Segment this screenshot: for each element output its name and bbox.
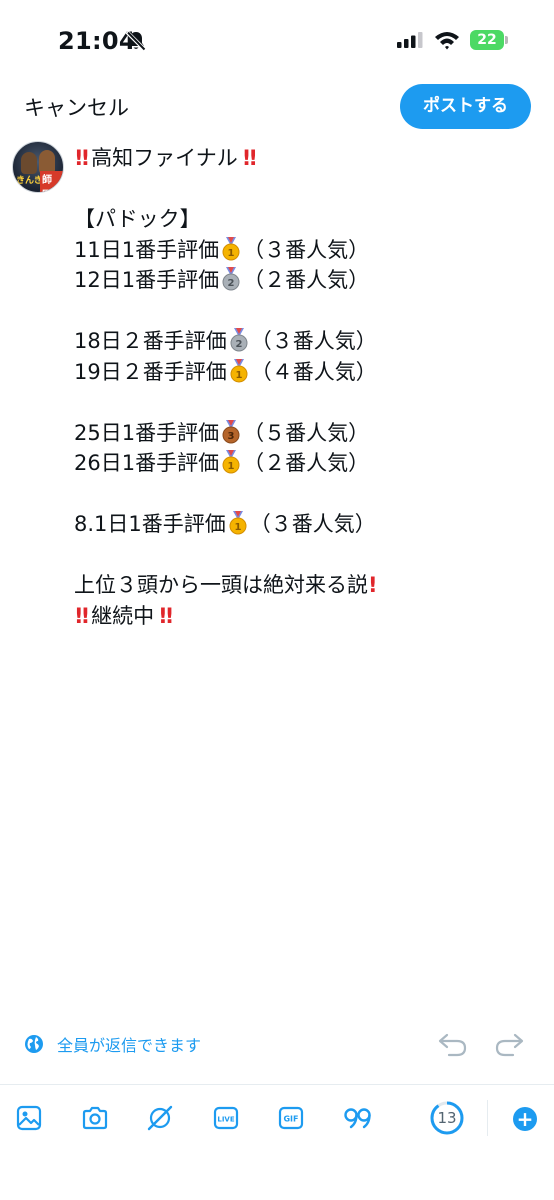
entry-note: （４番人気） [250,359,377,384]
redo-icon[interactable] [493,1030,525,1058]
avatar-text-right: 師匠 [40,171,63,192]
tweet-title: 高知ファイナル [91,146,238,170]
image-icon[interactable] [16,1105,42,1131]
signal-icon [397,32,423,48]
status-bar: 21:04 22 [0,0,554,80]
bell-slash-icon [125,30,147,52]
svg-text:GIF: GIF [283,1115,298,1124]
grok-icon[interactable] [147,1105,173,1131]
character-count: 13 [437,1109,457,1127]
tweet-text-area[interactable]: !! 高知ファイナル!! 【パドック】 11日1番手評価 1 （３番人気） 12日1番… [74,143,534,631]
gold-medal-icon: 1 [229,511,247,535]
gif-icon[interactable]: GIF [278,1105,304,1131]
camera-icon[interactable] [81,1105,109,1131]
tweet-continuing: 継続中 [91,603,155,628]
entry-note: （３番人気） [250,329,377,353]
gold-medal-icon: 1 [222,236,240,260]
bronze-medal-icon: 3 [222,419,240,443]
entry-line: 25日1番手評価 3 （５番人気） [74,418,534,449]
entry-line: 11日1番手評価 1 （３番人気） [74,235,534,266]
reply-setting-label: 全員が返信できます [57,1036,202,1055]
tweet-theory-line: 上位３頭から一頭は絶対来る説! [74,570,534,601]
svg-text:2: 2 [228,278,235,289]
svg-text:3: 3 [228,431,235,442]
entry-date: 8.1日1番手評価 [74,512,226,536]
entry-note: （３番人気） [243,237,370,262]
double-exclamation-icon: !! [158,603,174,628]
svg-text:1: 1 [235,370,242,381]
battery-indicator: 22 [470,30,504,50]
entry-line: 18日２番手評価 2 （３番人気） [74,326,534,357]
entry-date: 25日1番手評価 [74,420,220,445]
double-exclamation-icon: !! [241,146,258,170]
silver-medal-icon: 2 [230,328,248,352]
svg-text:2: 2 [235,339,242,350]
svg-text:1: 1 [228,248,235,259]
svg-text:1: 1 [234,522,241,533]
tweet-theory: 上位３頭から一頭は絶対来る説 [74,573,368,597]
avatar-figure-left [21,152,37,174]
tweet-section-heading: 【パドック】 [74,207,201,231]
quote-icon[interactable] [343,1105,373,1131]
svg-text:LIVE: LIVE [217,1116,234,1124]
entry-date: 11日1番手評価 [74,237,220,262]
svg-text:1: 1 [228,461,235,472]
toolbar-separator [487,1100,488,1136]
gold-medal-icon: 1 [222,450,240,474]
silver-medal-icon: 2 [222,267,240,291]
undo-icon[interactable] [437,1030,469,1058]
double-exclamation-icon: !! [74,146,90,170]
entry-note: （３番人気） [249,512,376,536]
tweet-title-line: !! 高知ファイナル!! [74,143,534,174]
tweet-continuing-line: !! 継続中!! [74,601,534,632]
entry-line: 26日1番手評価 1 （２番人気） [74,448,534,479]
entry-date: 19日２番手評価 [74,359,227,384]
entry-note: （５番人気） [243,420,370,445]
character-counter: 13 [430,1101,464,1135]
entry-line: 12日1番手評価 2 （２番人気） [74,265,534,296]
toolbar-divider [0,1084,554,1085]
entry-note: （２番人気） [243,451,370,475]
battery-cap [505,36,508,44]
wifi-icon [435,32,459,50]
plus-icon[interactable]: + [513,1107,537,1131]
post-button[interactable]: ポストする [400,84,531,129]
globe-icon [25,1035,43,1053]
cancel-button[interactable]: キャンセル [24,92,129,122]
entry-date: 12日1番手評価 [74,268,220,292]
entry-date: 18日２番手評価 [74,329,227,353]
entry-line: 19日２番手評価 1 （４番人気） [74,357,534,388]
battery-level: 22 [477,32,497,48]
avatar[interactable]: きんぎょ 師匠 [12,141,64,193]
entry-line: 8.1日1番手評価 1 （３番人気） [74,509,534,540]
entry-note: （２番人気） [243,268,370,292]
gold-medal-icon: 1 [230,358,248,382]
double-exclamation-icon: !! [74,603,90,628]
live-icon[interactable]: LIVE [213,1105,239,1131]
exclamation-icon: ! [368,573,378,597]
entry-date: 26日1番手評価 [74,451,220,475]
